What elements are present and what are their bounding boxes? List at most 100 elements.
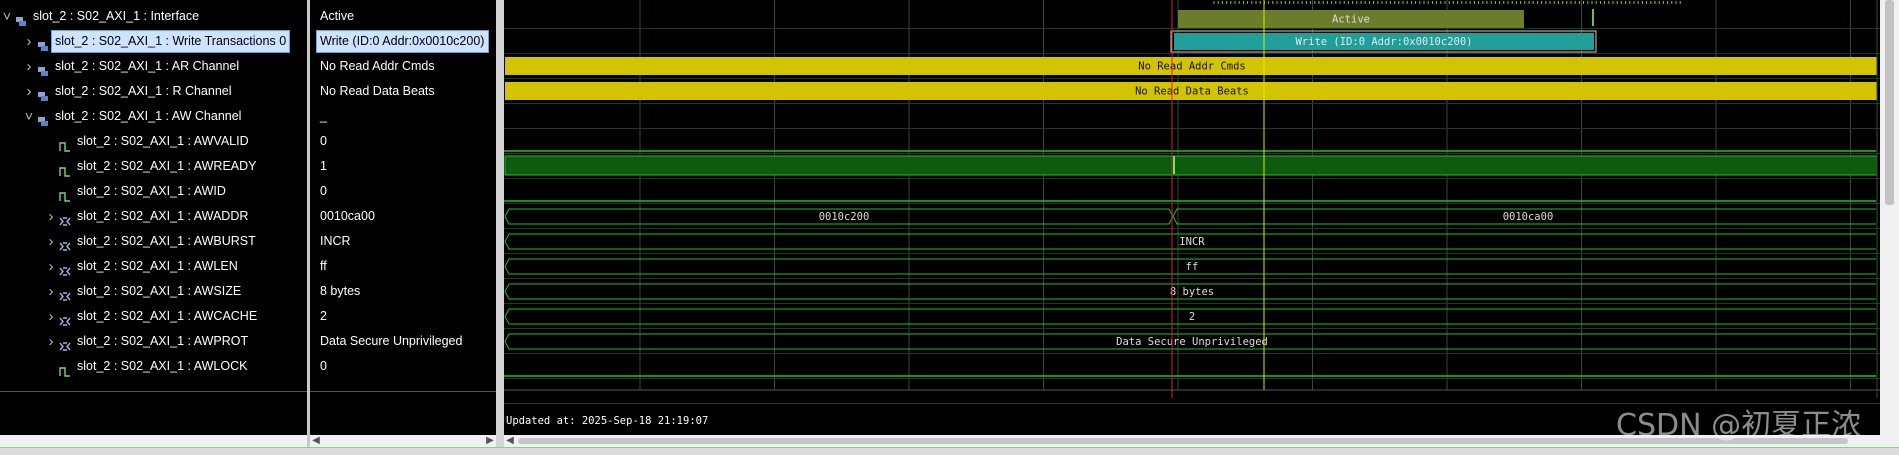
signal-name: slot_2 : S02_AXI_1 : R Channel [55,84,232,98]
signal-value: _ [320,109,327,123]
interface-active-label: Active [1332,14,1370,26]
value-row[interactable]: Data Secure Unprivileged [310,329,496,354]
chevron-down-icon[interactable]: ˅ [2,4,12,29]
value-row[interactable]: INCR [310,229,496,254]
panel-splitter[interactable] [496,0,504,454]
signal-row[interactable]: ˅ slot_2 : S02_AXI_1 : AW Channel [0,104,307,129]
awburst-value: INCR [1179,236,1205,248]
signal-row[interactable]: ˅ slot_2 : S02_AXI_1 : Interface [0,4,307,29]
signal-name: slot_2 : S02_AXI_1 : AWADDR [77,209,249,223]
value-row[interactable]: 0 [310,179,496,204]
value-row[interactable]: 0010ca00 [310,204,496,229]
signal-name: slot_2 : S02_AXI_1 : AWID [77,184,226,198]
signal-row[interactable]: slot_2 : S02_AXI_1 : AWREADY [0,154,307,179]
scroll-left-icon[interactable]: ◀ [310,435,322,447]
chevron-right-icon[interactable]: › [46,304,56,329]
signal-name-panel: ˅ slot_2 : S02_AXI_1 : Interface › slot_2 :… [0,0,307,454]
signal-row[interactable]: › slot_2 : S02_AXI_1 : R Channel [0,79,307,104]
value-row[interactable]: Write (ID:0 Addr:0x0010c200) [310,29,496,54]
bus-icon [59,236,71,251]
awaddr-value-before: 0010c200 [819,211,870,223]
chevron-right-icon[interactable]: › [24,79,34,104]
signal-name: slot_2 : S02_AXI_1 : AWVALID [77,134,249,148]
signal-value: 0010ca00 [320,209,375,223]
signal-name: slot_2 : S02_AXI_1 : AWPROT [77,334,249,348]
signal-row[interactable]: › slot_2 : S02_AXI_1 : AWLEN [0,254,307,279]
scrollbar-thumb[interactable] [1885,0,1894,205]
chevron-right-icon[interactable]: › [24,29,34,54]
signal-value: 2 [320,309,327,323]
awlen-value: ff [1186,261,1199,273]
signal-value: ff [320,259,327,273]
watermark: CSDN @初夏正浓 [1616,408,1862,443]
chevron-right-icon[interactable]: › [24,54,34,79]
awprot-value: Data Secure Unprivileged [1116,336,1268,348]
bus-icon [59,261,71,276]
signal-value: Data Secure Unprivileged [320,334,463,348]
awaddr-trace [504,208,1876,225]
chevron-right-icon[interactable]: › [46,329,56,354]
scroll-left-icon[interactable]: ◀ [504,435,516,447]
signal-value: INCR [320,234,351,248]
signal-value: 1 [320,159,327,173]
signal-row[interactable]: › slot_2 : S02_AXI_1 : AWBURST [0,229,307,254]
signal-value: Active [320,9,355,23]
names-horizontal-scrollbar[interactable] [0,435,307,447]
value-row[interactable]: No Read Data Beats [310,79,496,104]
value-row[interactable]: No Read Addr Cmds [310,54,496,79]
channel-icon [37,61,49,76]
signal-value: 8 bytes [320,284,361,298]
value-row[interactable]: ff [310,254,496,279]
channel-icon [37,86,49,101]
scroll-right-icon[interactable]: ▶ [484,435,496,447]
r-channel-label: No Read Data Beats [1135,86,1249,98]
signal-row[interactable]: › slot_2 : S02_AXI_1 : AWSIZE [0,279,307,304]
signal-row[interactable]: › slot_2 : S02_AXI_1 : AWCACHE [0,304,307,329]
values-horizontal-scrollbar[interactable]: ◀ ▶ [310,435,496,447]
chevron-down-icon[interactable]: ˅ [24,104,34,129]
signal-row[interactable]: › slot_2 : S02_AXI_1 : AWPROT [0,329,307,354]
signal-row[interactable]: › slot_2 : S02_AXI_1 : AWADDR [0,204,307,229]
signal-value: 0 [320,184,327,198]
value-row[interactable]: Active [310,4,496,29]
waveform-canvas[interactable]: Active Write (ID:0 Addr:0x0010c200) No Rea… [504,0,1880,435]
chevron-right-icon[interactable]: › [46,279,56,304]
signal-value-panel: Active Write (ID:0 Addr:0x0010c200) No Rea… [310,0,496,454]
signal-name: slot_2 : S02_AXI_1 : AWCACHE [77,309,258,323]
signal-row[interactable]: slot_2 : S02_AXI_1 : AWID [0,179,307,204]
interface-icon [15,11,27,26]
channel-icon [37,111,49,126]
chevron-right-icon[interactable]: › [46,229,56,254]
signal-value: No Read Addr Cmds [320,59,435,73]
signal-name: slot_2 : S02_AXI_1 : AWSIZE [77,284,242,298]
awaddr-value-after: 0010ca00 [1503,211,1554,223]
signal-icon [59,186,71,202]
value-row[interactable]: 8 bytes [310,279,496,304]
signal-name: slot_2 : S02_AXI_1 : Interface [33,9,200,23]
chevron-right-icon[interactable]: › [46,204,56,229]
ar-channel-label: No Read Addr Cmds [1138,61,1245,73]
signal-value: Write (ID:0 Addr:0x0010c200) [316,30,489,53]
signal-row[interactable]: slot_2 : S02_AXI_1 : AWLOCK [0,354,307,379]
write-transaction-label: Write (ID:0 Addr:0x0010c200) [1295,36,1472,48]
signal-row[interactable]: › slot_2 : S02_AXI_1 : AR Channel [0,54,307,79]
value-row[interactable]: 0 [310,354,496,379]
value-row[interactable]: 2 [310,304,496,329]
signal-icon [59,136,71,152]
signal-value: 0 [320,359,327,373]
value-row[interactable]: _ [310,104,496,129]
waveform-vertical-scrollbar[interactable] [1880,0,1899,435]
value-row[interactable]: 1 [310,154,496,179]
signal-icon [59,161,71,177]
value-row[interactable]: 0 [310,129,496,154]
signal-name: slot_2 : S02_AXI_1 : Write Transactions … [50,30,291,53]
awcache-value: 2 [1189,311,1195,323]
signal-name: slot_2 : S02_AXI_1 : AWREADY [77,159,257,173]
chevron-right-icon[interactable]: › [46,254,56,279]
signal-name: slot_2 : S02_AXI_1 : AWBURST [77,234,256,248]
signal-row[interactable]: › slot_2 : S02_AXI_1 : Write Transactions… [0,29,307,54]
signal-value: 0 [320,134,327,148]
signal-row[interactable]: slot_2 : S02_AXI_1 : AWVALID [0,129,307,154]
bus-icon [59,211,71,226]
signal-icon [59,361,71,377]
